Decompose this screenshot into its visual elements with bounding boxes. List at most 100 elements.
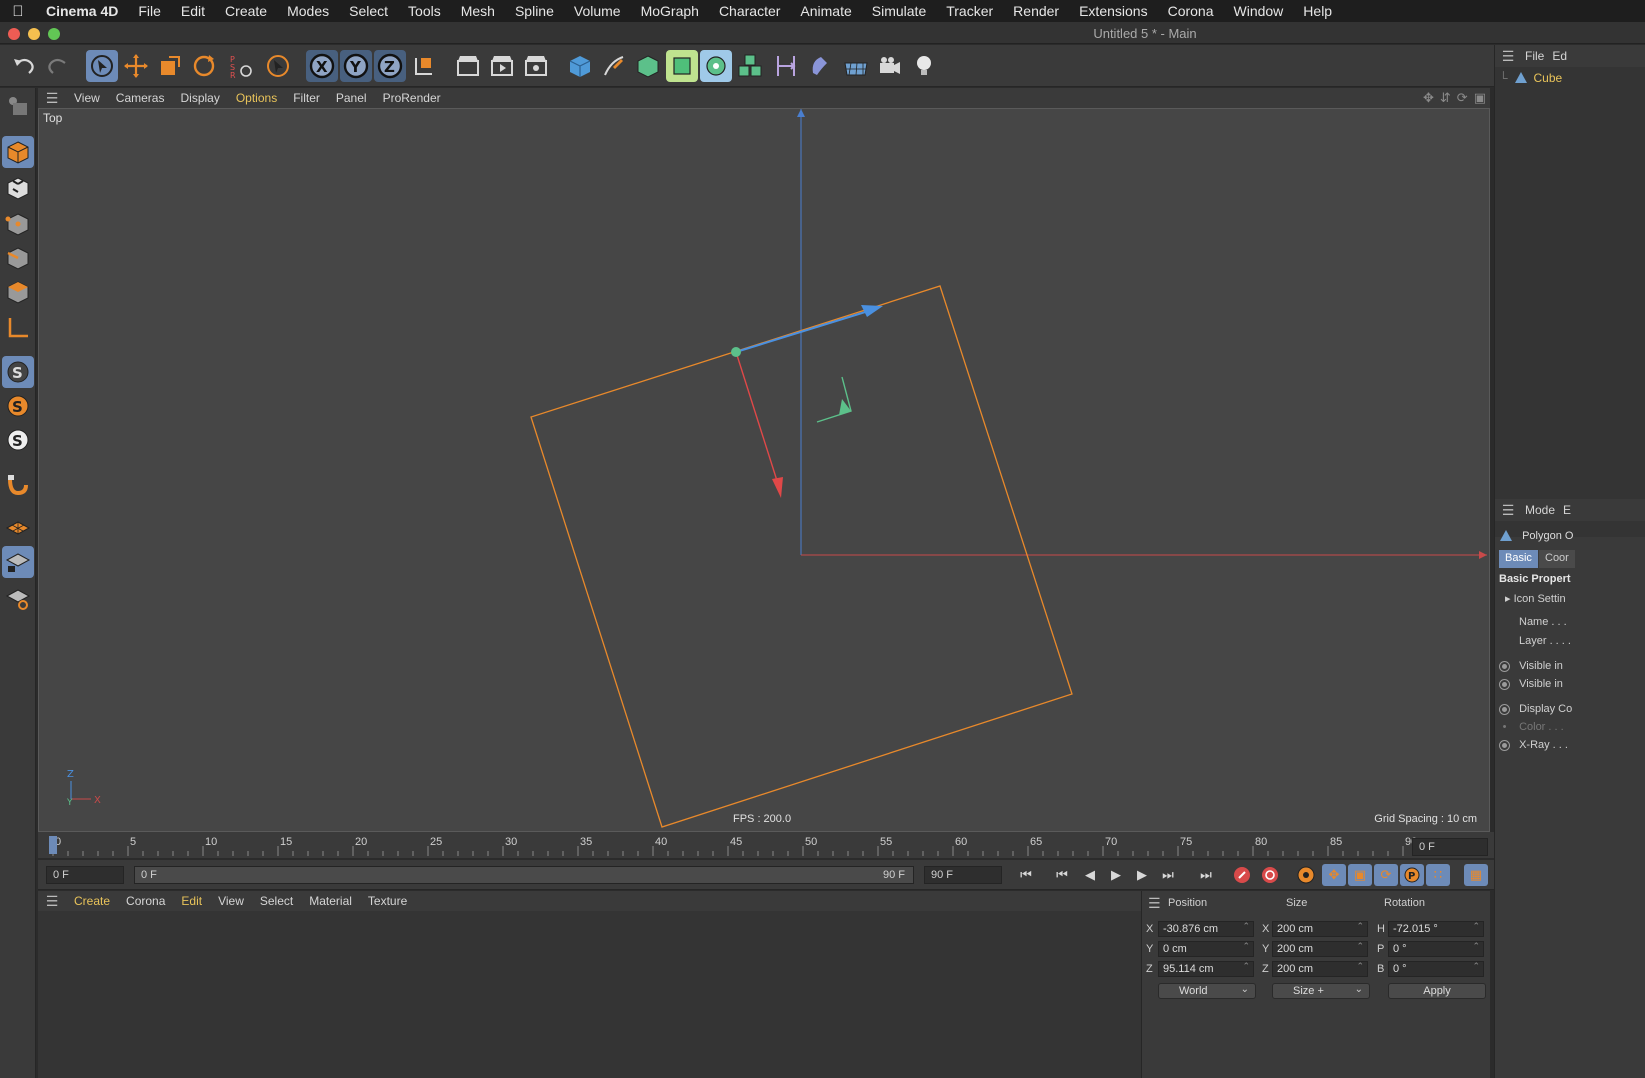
tweak-mode-button[interactable] [2,468,34,500]
keyframe-selection-button[interactable] [1294,864,1318,886]
material-menu-corona[interactable]: Corona [118,894,173,908]
deformer-button[interactable] [770,50,802,82]
play-button[interactable]: ▶ [1104,864,1128,886]
size-mode-select[interactable]: Size + ⌄ [1272,983,1370,999]
menu-volume[interactable]: Volume [564,0,631,22]
locked-workplane-button[interactable] [2,546,34,578]
tab-coordinates[interactable]: Coor [1539,550,1575,568]
object-menu-edit[interactable]: Ed [1548,49,1571,63]
xray-row[interactable]: X-Ray . . . [1499,739,1568,751]
display-color-row[interactable]: Display Co [1499,703,1572,715]
visible-in-editor-row[interactable]: Visible in [1499,660,1563,672]
dolly-view-icon[interactable]: ⇵ [1440,90,1451,106]
undo-button[interactable] [8,50,40,82]
material-manager-area[interactable] [38,911,1141,1078]
viewport-menu-prorender[interactable]: ProRender [375,91,449,105]
points-mode-button[interactable] [2,208,34,240]
move-tool-button[interactable] [120,50,152,82]
material-hamburger-icon[interactable]: ☰ [38,893,66,910]
material-menu-edit[interactable]: Edit [173,894,210,908]
radio-icon[interactable] [1499,678,1510,690]
playhead-marker[interactable] [49,836,57,854]
attributes-menu-mode[interactable]: Mode [1521,503,1559,517]
rot-h-field[interactable]: -72.015 ° [1388,921,1484,937]
model-mode-button[interactable] [2,136,34,168]
menu-select[interactable]: Select [339,0,398,22]
viewport-menu-cameras[interactable]: Cameras [108,91,173,105]
z-axis-lock-button[interactable]: Z [374,50,406,82]
next-keyframe-button[interactable]: ⏭ [1156,864,1180,886]
mograph-cubes-button[interactable] [734,50,766,82]
menu-mograph[interactable]: MoGraph [631,0,709,22]
menu-extensions[interactable]: Extensions [1069,0,1157,22]
snap-enable-button[interactable]: S [2,356,34,388]
orbit-view-icon[interactable]: ⟳ [1457,90,1468,106]
rot-p-field[interactable]: 0 ° [1388,941,1484,957]
live-selection-button[interactable] [86,50,118,82]
pan-view-icon[interactable]: ✥ [1423,90,1434,106]
object-row-cube[interactable]: └ Cube [1499,71,1562,85]
start-frame-field[interactable]: 0 F [46,866,124,884]
apply-button[interactable]: Apply [1388,983,1486,999]
autokey-button[interactable] [1258,864,1282,886]
tab-basic[interactable]: Basic [1499,550,1538,568]
material-menu-select[interactable]: Select [252,894,301,908]
render-to-picture-viewer-button[interactable] [486,50,518,82]
key-rotation-button[interactable]: ⟳ [1374,864,1398,886]
next-frame-button[interactable]: ▶ [1130,864,1154,886]
material-menu-material[interactable]: Material [301,894,360,908]
rot-b-field[interactable]: 0 ° [1388,961,1484,977]
end-frame-field[interactable]: 90 F [924,866,1002,884]
viewport-menu-filter[interactable]: Filter [285,91,328,105]
preview-range-slider[interactable]: 0 F 90 F [134,866,914,884]
attributes-hamburger-icon[interactable]: ☰ [1495,502,1521,519]
viewport-camera-label[interactable]: Top [43,111,62,125]
previous-keyframe-button[interactable]: ⏮ [1050,864,1074,886]
record-keys-button[interactable] [1230,864,1254,886]
size-z-field[interactable]: 200 cm [1272,961,1368,977]
light-button[interactable] [908,50,940,82]
go-to-start-button[interactable]: ⏮ [1014,864,1038,886]
object-menu-file[interactable]: File [1521,49,1548,63]
attributes-menu-edit[interactable]: E [1559,503,1575,517]
field-button[interactable] [804,50,836,82]
pos-z-field[interactable]: 95.114 cm [1158,961,1254,977]
menu-tools[interactable]: Tools [398,0,451,22]
y-axis-lock-button[interactable]: Y [340,50,372,82]
size-x-field[interactable]: 200 cm [1272,921,1368,937]
workplane-align-button[interactable] [2,582,34,614]
menu-character[interactable]: Character [709,0,790,22]
subdivision-surface-button[interactable] [632,50,664,82]
texture-mode-button[interactable] [2,172,34,204]
cube-primitive-button[interactable] [564,50,596,82]
render-view-button[interactable] [452,50,484,82]
pos-y-field[interactable]: 0 cm [1158,941,1254,957]
menu-modes[interactable]: Modes [277,0,339,22]
extrude-generator-button[interactable] [666,50,698,82]
menu-create[interactable]: Create [215,0,277,22]
viewport-menu-display[interactable]: Display [172,91,227,105]
workplane-button[interactable] [2,512,34,544]
x-axis-lock-button[interactable]: X [306,50,338,82]
pen-tool-button[interactable] [598,50,630,82]
key-scale-button[interactable]: ▣ [1348,864,1372,886]
coordinate-space-select[interactable]: World ⌄ [1158,983,1256,999]
render-settings-button[interactable] [520,50,552,82]
material-menu-create[interactable]: Create [66,894,118,908]
menu-help[interactable]: Help [1293,0,1342,22]
timeline-ruler[interactable]: 051015202530354045505560657075808590 [38,832,1490,858]
apple-icon[interactable]:  [0,3,36,20]
recent-tool-button[interactable] [262,50,294,82]
coordinate-system-button[interactable] [408,50,440,82]
key-position-button[interactable]: ✥ [1322,864,1346,886]
polygons-mode-button[interactable] [2,276,34,308]
icon-settings-toggle[interactable]: ▸ Icon Settin [1505,592,1566,605]
coordinates-hamburger-icon[interactable]: ☰ [1148,895,1161,912]
menu-spline[interactable]: Spline [505,0,564,22]
menu-mesh[interactable]: Mesh [451,0,505,22]
menu-edit[interactable]: Edit [171,0,215,22]
key-parameter-button[interactable]: P [1400,864,1424,886]
make-editable-button[interactable] [2,90,34,122]
edges-mode-button[interactable] [2,242,34,274]
previous-frame-button[interactable]: ◀ [1078,864,1102,886]
